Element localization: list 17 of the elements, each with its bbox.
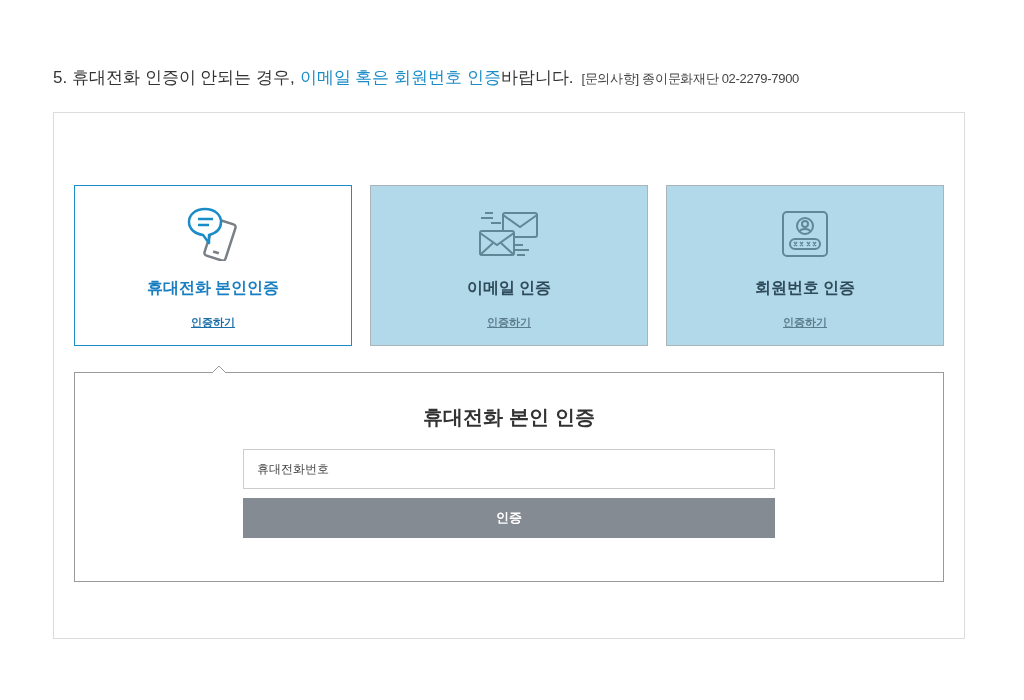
form-title: 휴대전화 본인 인증 — [423, 405, 595, 430]
envelopes-icon — [479, 211, 539, 257]
phone-number-field[interactable]: 휴대전화번호 — [243, 449, 775, 489]
method-title: 휴대전화 본인인증 — [146, 278, 280, 298]
member-card-icon — [782, 211, 828, 257]
verification-method-card[interactable]: 회원번호 인증 인증하기 — [666, 185, 944, 346]
verification-method-card[interactable]: 이메일 인증 인증하기 — [370, 185, 648, 346]
method-title: 회원번호 인증 — [754, 278, 856, 298]
verify-button[interactable]: 인증 — [243, 498, 775, 538]
notice-text: 5. 휴대전화 인증이 안되는 경우, 이메일 혹은 회원번호 인증바랍니다. — [53, 67, 574, 89]
verification-method-card[interactable]: 휴대전화 본인인증 인증하기 — [74, 185, 352, 346]
verify-link[interactable]: 인증하기 — [783, 314, 827, 330]
method-title: 이메일 인증 — [466, 278, 552, 298]
contact-note: [문의사항] 종이문화재단 02-2279-7900 — [581, 70, 800, 88]
chat-phone-icon — [187, 207, 239, 261]
verify-link[interactable]: 인증하기 — [191, 314, 235, 330]
verify-link[interactable]: 인증하기 — [487, 314, 531, 330]
